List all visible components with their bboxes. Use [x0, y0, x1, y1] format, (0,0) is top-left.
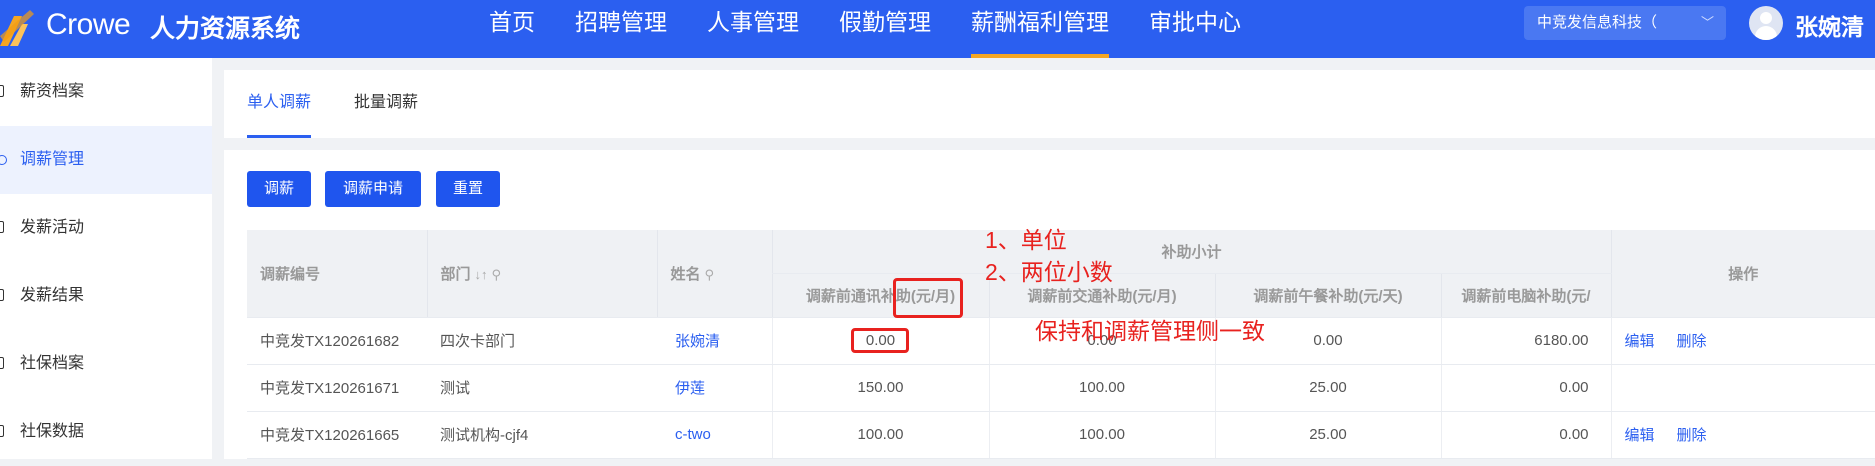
- sidebar-item-label: 发薪结果: [20, 287, 85, 304]
- sidebar-item-social-security-archive[interactable]: 社保档案: [0, 330, 212, 398]
- adjust-apply-button[interactable]: 调薪申请: [325, 171, 421, 207]
- cell-id: 中竞发TX120261682: [247, 317, 427, 365]
- annotation-note-decimals: 2、两位小数: [985, 259, 1113, 285]
- col-header-lunch: 调薪前午餐补助(元/天): [1214, 272, 1441, 318]
- company-select[interactable]: 中竞发信息科技（ ﹀: [1524, 6, 1726, 40]
- username[interactable]: 张婉清: [1795, 8, 1864, 42]
- crowe-logo-icon: [0, 10, 34, 46]
- tabs-card: 单人调薪 批量调薪: [224, 70, 1875, 138]
- sidebar-item-salary-archive[interactable]: 薪资档案: [0, 58, 212, 126]
- nav-item-personnel[interactable]: 人事管理: [707, 0, 799, 58]
- chevron-down-icon: ﹀: [1700, 15, 1714, 30]
- cell-name-link[interactable]: 伊莲: [657, 364, 772, 412]
- search-icon[interactable]: ⚲: [705, 267, 715, 282]
- cell-id: 中竞发TX120261671: [247, 364, 427, 412]
- col-header-dept: 部门 ↓↑ ⚲: [426, 230, 657, 318]
- main-nav: 首页 招聘管理 人事管理 假勤管理 薪酬福利管理 审批中心: [489, 0, 1281, 58]
- col-header-name-label: 姓名: [670, 265, 701, 283]
- col-header-id: 调薪编号: [247, 230, 427, 318]
- bar-chart-icon: [0, 425, 4, 437]
- cell-dept: 测试: [427, 364, 657, 412]
- cell-pc: 0.00: [1440, 411, 1612, 459]
- nav-item-compensation[interactable]: 薪酬福利管理: [971, 0, 1109, 58]
- table-row: 中竞发TX120261671 测试 伊莲 150.00 100.00 25.00…: [247, 364, 1875, 412]
- adjust-icon: [0, 155, 7, 165]
- cell-traffic: 100.00: [988, 364, 1215, 412]
- sidebar-item-label: 调薪管理: [20, 151, 85, 168]
- sidebar-item-salary-adjustment[interactable]: 调薪管理: [0, 126, 212, 194]
- cell-lunch: 25.00: [1214, 364, 1441, 412]
- edit-link[interactable]: 编辑: [1625, 333, 1655, 350]
- cell-pc: 6180.00: [1440, 317, 1612, 365]
- cell-name-link[interactable]: 张婉清: [657, 317, 772, 365]
- checklist-icon: [0, 289, 4, 301]
- cell-ops: 编辑 删除: [1610, 317, 1875, 365]
- nav-item-home[interactable]: 首页: [489, 0, 535, 58]
- cell-ops: 编辑 删除: [1610, 411, 1875, 459]
- top-bar: Crowe 人力资源系统 首页 招聘管理 人事管理 假勤管理 薪酬福利管理 审批…: [0, 0, 1875, 58]
- sidebar-item-label: 发薪活动: [20, 219, 85, 236]
- file-icon: [0, 85, 4, 97]
- annotation-box-value: [851, 328, 909, 353]
- cell-pc: 0.00: [1440, 364, 1612, 412]
- delete-link[interactable]: 删除: [1677, 333, 1707, 350]
- edit-link[interactable]: 编辑: [1625, 427, 1655, 444]
- cell-id: 中竞发TX120261665: [247, 411, 427, 459]
- cell-lunch: 25.00: [1214, 411, 1441, 459]
- cell-ops: [1610, 364, 1875, 412]
- cell-name-link[interactable]: c-two: [657, 411, 772, 459]
- col-header-ops: 操作: [1610, 230, 1875, 318]
- cell-comm: 100.00: [771, 411, 989, 459]
- col-header-group-allowance: 补助小计: [771, 230, 1612, 274]
- nav-item-approval[interactable]: 审批中心: [1149, 0, 1241, 58]
- col-header-dept-label: 部门: [440, 265, 471, 283]
- company-select-value: 中竞发信息科技（: [1537, 14, 1658, 31]
- sidebar-item-label: 社保数据: [20, 423, 85, 440]
- system-title: 人力资源系统: [150, 15, 301, 43]
- sidebar-item-label: 社保档案: [20, 355, 85, 372]
- sidebar-item-label: 薪资档案: [20, 83, 85, 100]
- sidebar-item-payroll-result[interactable]: 发薪结果: [0, 262, 212, 330]
- sidebar-item-payroll-activity[interactable]: 发薪活动: [0, 194, 212, 262]
- annotation-box-unit: [893, 278, 963, 318]
- sort-icon[interactable]: ↓↑: [475, 267, 488, 282]
- sidebar: 薪资档案 调薪管理 发薪活动 发薪结果 社保档案 社保数据: [0, 58, 212, 459]
- annotation-note-consistency: 保持和调薪管理侧一致: [1035, 318, 1265, 344]
- adjust-salary-button[interactable]: 调薪: [247, 171, 311, 207]
- folder-icon: [0, 357, 4, 369]
- sidebar-item-social-security-data[interactable]: 社保数据: [0, 398, 212, 466]
- cell-comm: 150.00: [771, 364, 989, 412]
- table-row: 中竞发TX120261665 测试机构-cjf4 c-two 100.00 10…: [247, 411, 1875, 459]
- nav-item-attendance[interactable]: 假勤管理: [839, 0, 931, 58]
- search-icon[interactable]: ⚲: [492, 267, 502, 282]
- col-header-pc: 调薪前电脑补助(元/: [1440, 272, 1612, 318]
- brand-logo-text: Crowe: [46, 8, 131, 41]
- calendar-icon: [0, 221, 4, 233]
- avatar[interactable]: [1749, 6, 1783, 40]
- nav-item-recruitment[interactable]: 招聘管理: [575, 0, 667, 58]
- cell-traffic: 100.00: [988, 411, 1215, 459]
- main-card: 调薪 调薪申请 重置 调薪编号 部门 ↓↑ ⚲ 姓名 ⚲ 补助小计 操作 调薪前…: [224, 150, 1875, 459]
- delete-link[interactable]: 删除: [1677, 427, 1707, 444]
- cell-dept: 四次卡部门: [427, 317, 657, 365]
- annotation-note-unit: 1、单位: [985, 227, 1067, 253]
- cell-dept: 测试机构-cjf4: [427, 411, 657, 459]
- reset-button[interactable]: 重置: [436, 171, 500, 207]
- tab-single-adjustment[interactable]: 单人调薪: [247, 70, 312, 138]
- col-header-name: 姓名 ⚲: [656, 230, 772, 318]
- tab-batch-adjustment[interactable]: 批量调薪: [354, 70, 418, 138]
